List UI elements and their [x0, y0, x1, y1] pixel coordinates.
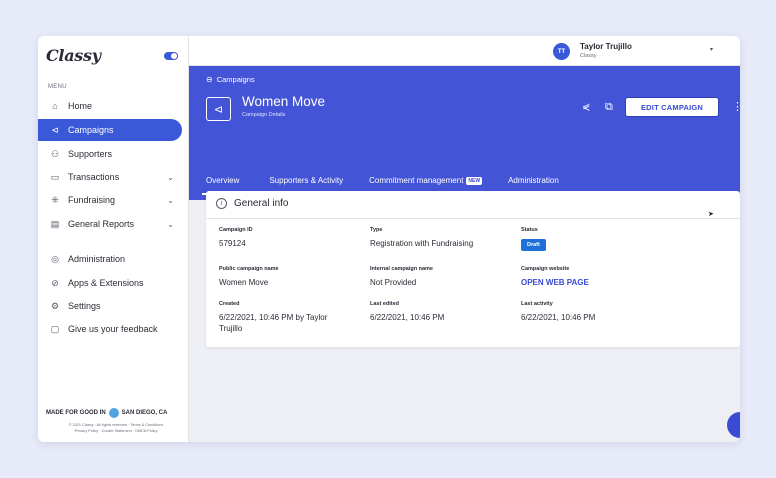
sidebar-item-label: Administration: [68, 254, 126, 264]
card-icon: ▭: [50, 171, 60, 182]
tab-label: Commitment management: [369, 176, 464, 185]
sidebar-item-general-reports[interactable]: ▤ General Reports ⌄: [38, 213, 182, 235]
field-value: 6/22/2021, 10:46 PM: [521, 313, 596, 322]
field-status: Status Draft: [521, 227, 661, 251]
field-created: Created 6/22/2021, 10:46 PM by Taylor Tr…: [219, 301, 344, 334]
sidebar-item-label: Transactions: [68, 172, 120, 182]
legal-links[interactable]: © 2021 Classy · All rights reserved · Te…: [46, 422, 186, 434]
sidebar-item-feedback[interactable]: ▢ Give us your feedback: [38, 318, 182, 340]
edit-campaign-button[interactable]: EDIT CAMPAIGN: [625, 97, 719, 117]
sidebar-item-home[interactable]: ⌂ Home: [38, 95, 182, 117]
help-chat-button[interactable]: [727, 412, 740, 438]
shield-icon: ◎: [51, 253, 59, 264]
sidebar-item-administration[interactable]: ◎ Administration: [38, 248, 182, 270]
field-value: Not Provided: [370, 278, 417, 287]
report-icon: ▤: [50, 218, 60, 229]
page-title: Women Move: [242, 94, 326, 109]
chevron-down-icon[interactable]: ⌄: [167, 220, 174, 229]
sidebar-item-settings[interactable]: ⚙ Settings: [38, 295, 182, 317]
chevron-down-icon[interactable]: ⌄: [167, 196, 174, 205]
sidebar-item-label: Supporters: [68, 149, 113, 159]
more-options-icon[interactable]: ⋮: [732, 100, 740, 113]
city-text: SAN DIEGO, CA: [121, 410, 168, 416]
status-badge: Draft: [521, 239, 546, 251]
chevron-down-icon[interactable]: ⌄: [167, 173, 174, 182]
sidebar-item-label: Campaigns: [68, 125, 114, 135]
gear-icon: ⚙: [50, 300, 60, 311]
fundraising-icon: ⁜: [51, 194, 59, 205]
megaphone-icon: ⊲: [51, 124, 59, 135]
field-internal-name: Internal campaign name Not Provided: [370, 266, 510, 288]
copy-icon[interactable]: ⧉: [605, 101, 613, 114]
new-badge: NEW: [466, 176, 483, 185]
tab-label: Administration: [508, 176, 559, 185]
megaphone-icon: ⊲: [206, 97, 231, 121]
breadcrumb[interactable]: ⊖ Campaigns: [206, 75, 255, 84]
field-last-activity: Last activity 6/22/2021, 10:46 PM: [521, 301, 661, 323]
field-label: Created: [219, 301, 240, 307]
sidebar-item-label: Apps & Extensions: [68, 278, 144, 288]
sidebar-item-supporters[interactable]: ⚇ Supporters: [38, 143, 182, 165]
sidebar-item-label: Home: [68, 101, 93, 111]
chat-icon: ▢: [50, 323, 60, 334]
classy-logo[interactable]: Classy: [46, 46, 101, 65]
field-public-name: Public campaign name Women Move: [219, 266, 359, 288]
sidebar-item-campaigns[interactable]: ⊲ Campaigns: [38, 119, 182, 141]
field-label: Campaign ID: [219, 227, 253, 233]
made-for-text: MADE FOR GOOD IN: [46, 410, 106, 416]
info-icon: i: [216, 198, 227, 209]
field-value: 579124: [219, 239, 246, 248]
field-campaign-id: Campaign ID 579124: [219, 227, 359, 249]
sidebar-item-label: Settings: [68, 301, 101, 311]
field-last-edited: Last edited 6/22/2021, 10:46 PM: [370, 301, 510, 323]
field-label: Last edited: [370, 301, 400, 307]
card-header: i General info: [216, 198, 288, 209]
home-icon: ⌂: [52, 101, 58, 111]
divider: [206, 218, 740, 219]
legal-line-2[interactable]: Privacy Policy · Cookie Statement · DMCA…: [46, 428, 186, 434]
campaign-header: ⊖ Campaigns ⊲ Women Move Campaign Detail…: [189, 66, 740, 200]
sidebar-item-fundraising[interactable]: ⁜ Fundraising ⌄: [38, 189, 182, 211]
field-value: 6/22/2021, 10:46 PM: [370, 313, 445, 322]
sidebar-item-label: General Reports: [68, 219, 135, 229]
people-icon: ⚇: [50, 148, 60, 159]
sidebar-item-label: Fundraising: [68, 195, 116, 205]
field-label: Campaign website: [521, 266, 570, 272]
field-value: Registration with Fundraising: [370, 239, 474, 248]
globe-icon: [108, 408, 119, 418]
top-bar: TT Taylor Trujillo Classy ▾: [189, 36, 740, 66]
share-icon[interactable]: ⋞: [582, 102, 590, 113]
mouse-cursor-icon: ➤: [708, 211, 714, 218]
made-for-good-footer: MADE FOR GOOD IN SAN DIEGO, CA: [46, 408, 167, 418]
general-info-card: i General info Campaign ID 579124 Type R…: [206, 191, 740, 347]
sidebar: Classy MENU ⌂ Home ⊲ Campaigns ⚇ Support…: [38, 36, 189, 442]
field-label: Public campaign name: [219, 266, 279, 272]
field-value: 6/22/2021, 10:46 PM by Taylor Trujillo: [219, 313, 328, 333]
tab-label: Overview: [206, 176, 240, 185]
avatar[interactable]: TT: [553, 43, 570, 60]
field-website: Campaign website OPEN WEB PAGE: [521, 266, 661, 288]
menu-label: MENU: [48, 84, 67, 90]
field-label: Status: [521, 227, 538, 233]
user-name[interactable]: Taylor Trujillo: [580, 42, 632, 51]
page-subtitle: Campaign Details: [242, 112, 286, 118]
field-label: Type: [370, 227, 383, 233]
tab-label: Supporters & Activity: [269, 176, 344, 185]
back-icon[interactable]: ⊖: [206, 75, 213, 84]
sidebar-item-transactions[interactable]: ▭ Transactions ⌄: [38, 166, 182, 188]
user-org: Classy: [580, 53, 597, 59]
field-label: Last activity: [521, 301, 553, 307]
sidebar-toggle[interactable]: [164, 52, 178, 60]
open-web-page-link[interactable]: OPEN WEB PAGE: [521, 277, 661, 288]
sidebar-item-apps-extensions[interactable]: ⊘ Apps & Extensions: [38, 272, 182, 294]
field-value: Women Move: [219, 278, 269, 287]
app-window: Classy MENU ⌂ Home ⊲ Campaigns ⚇ Support…: [38, 36, 740, 442]
card-title: General info: [234, 198, 289, 209]
puzzle-icon: ⊘: [51, 277, 59, 288]
field-type: Type Registration with Fundraising: [370, 227, 510, 249]
chevron-down-icon[interactable]: ▾: [710, 46, 713, 53]
field-label: Internal campaign name: [370, 266, 433, 272]
sidebar-item-label: Give us your feedback: [68, 324, 158, 334]
breadcrumb-label[interactable]: Campaigns: [217, 75, 255, 84]
